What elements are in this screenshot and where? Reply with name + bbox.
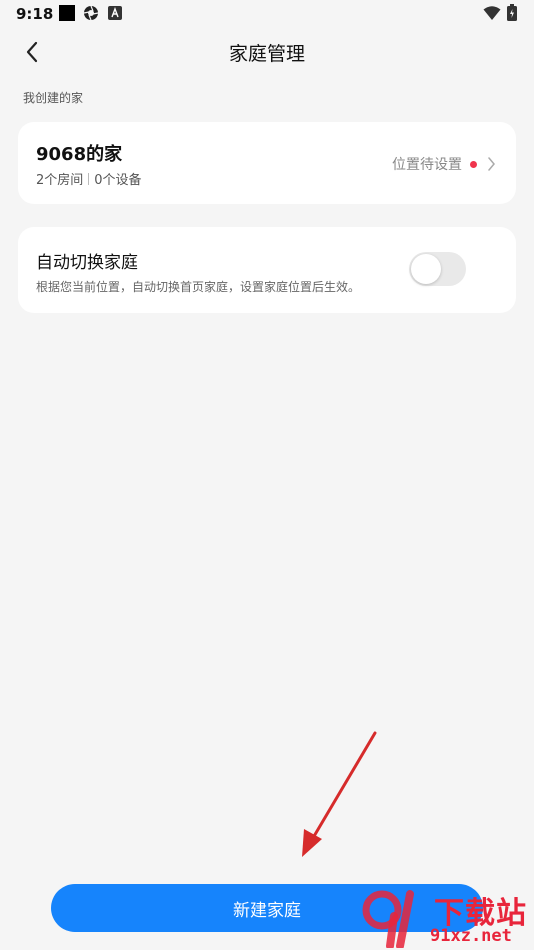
device-count: 0个设备 (94, 173, 142, 188)
location-status-label: 位置待设置 (392, 157, 462, 173)
auto-switch-toggle[interactable] (409, 252, 466, 286)
wifi-icon (483, 6, 501, 20)
header: 家庭管理 (0, 30, 534, 74)
aperture-icon (83, 5, 99, 21)
home-card[interactable]: 9068的家 2个房间 0个设备 位置待设置 (18, 122, 516, 204)
status-bar: 9:18 (0, 0, 534, 28)
battery-icon (507, 4, 517, 21)
toggle-knob (411, 254, 441, 284)
red-arrow-annotation-icon (302, 731, 377, 857)
auto-switch-title: 自动切换家庭 (36, 253, 138, 273)
status-dot-icon (470, 160, 477, 168)
chevron-right-icon (488, 157, 495, 171)
page-title: 家庭管理 (228, 43, 305, 65)
auto-switch-description: 根据您当前位置，自动切换首页家庭，设置家庭位置后生效。 (36, 280, 361, 294)
meta-divider (88, 172, 90, 185)
home-meta: 2个房间 0个设备 (36, 169, 142, 188)
new-home-button[interactable]: 新建家庭 (51, 884, 483, 932)
auto-switch-card: 自动切换家庭 根据您当前位置，自动切换首页家庭，设置家庭位置后生效。 (18, 227, 516, 313)
section-label: 我创建的家 (23, 91, 84, 105)
home-name: 9068的家 (36, 144, 123, 165)
a-box-icon (108, 6, 122, 20)
page: 9:18 家庭管理 我创建的家 9068的家 2个房间 0个设备 位置待设置 自… (0, 0, 534, 950)
square-icon (59, 5, 75, 21)
home-location-status[interactable]: 位置待设置 (392, 154, 496, 174)
room-count: 2个房间 (36, 173, 84, 188)
status-time: 9:18 (16, 5, 54, 23)
